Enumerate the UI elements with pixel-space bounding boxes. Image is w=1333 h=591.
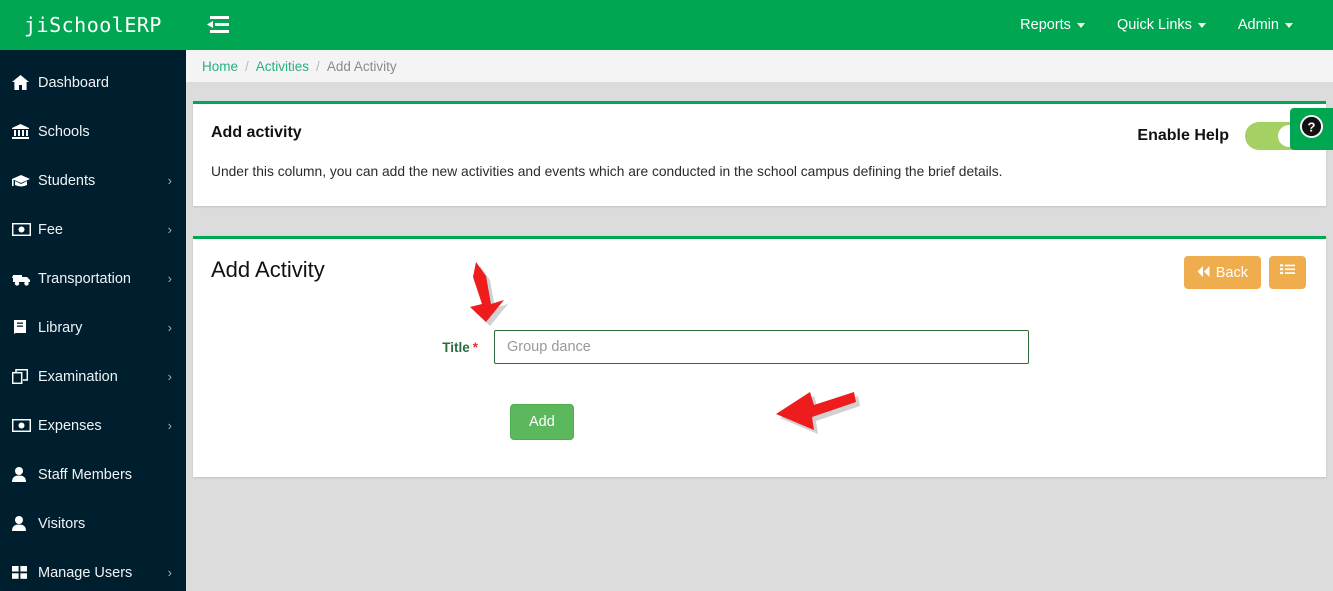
submit-row: Add <box>211 404 1306 440</box>
add-button[interactable]: Add <box>510 404 574 440</box>
chevron-down-icon <box>1197 22 1206 28</box>
sidebar-item-visitors[interactable]: Visitors <box>0 499 186 548</box>
page-root: jiSchoolERP Reports Quick Links Admin Da… <box>0 0 1333 591</box>
breadcrumb-separator: / <box>316 58 320 74</box>
title-field-label: Title * <box>211 340 494 355</box>
sidebar-item-expenses-label: Expenses <box>38 417 102 434</box>
fast-backward-icon <box>1197 265 1210 281</box>
help-card-text: Under this column, you can add the new a… <box>211 164 1003 179</box>
graduation-cap-icon <box>12 171 38 191</box>
nav-item-quick-links-label: Quick Links <box>1116 17 1192 33</box>
chevron-right-icon: › <box>167 320 172 335</box>
chevron-right-icon: › <box>167 565 172 580</box>
nav-item-reports-label: Reports <box>1020 17 1071 33</box>
help-card: Add activity Under this column, you can … <box>193 101 1326 206</box>
nav-item-admin-label: Admin <box>1237 17 1279 33</box>
copy-icon <box>12 367 38 387</box>
chevron-right-icon: › <box>167 369 172 384</box>
enable-help-control: Enable Help <box>1137 122 1304 150</box>
sidebar-item-dashboard-label: Dashboard <box>38 74 109 91</box>
sidebar-item-schools[interactable]: Schools <box>0 107 186 156</box>
title-label-text: Title <box>442 339 470 355</box>
breadcrumb-current: Add Activity <box>326 58 397 74</box>
list-icon <box>1280 264 1295 281</box>
home-icon <box>12 73 38 93</box>
grid-icon <box>12 563 38 583</box>
title-input[interactable] <box>494 330 1029 364</box>
chevron-right-icon: › <box>167 173 172 188</box>
chevron-down-icon <box>1285 22 1293 28</box>
sidebar-item-staff-members-label: Staff Members <box>38 466 133 483</box>
sidebar-item-manage-users-label: Manage Users <box>38 564 133 581</box>
money-icon <box>12 416 38 436</box>
top-header: jiSchoolERP Reports Quick Links Admin <box>0 0 1333 50</box>
sidebar-item-library-label: Library <box>38 319 83 336</box>
activity-list-button[interactable] <box>1269 256 1306 289</box>
enable-help-label: Enable Help <box>1137 127 1229 144</box>
back-button[interactable]: Back <box>1183 256 1261 289</box>
sidebar-item-dashboard[interactable]: Dashboard <box>0 58 186 107</box>
chevron-down-icon <box>1076 22 1085 28</box>
sidebar-item-examination-label: Examination <box>38 368 118 385</box>
sidebar-item-fee[interactable]: Fee › <box>0 205 186 254</box>
chevron-right-icon: › <box>167 271 172 286</box>
bus-icon <box>12 269 38 289</box>
sidebar-item-students-label: Students <box>38 172 96 189</box>
user-icon <box>12 465 38 485</box>
breadcrumb-activities[interactable]: Activities <box>256 59 309 74</box>
nav-item-reports[interactable]: Reports <box>1004 0 1101 50</box>
sidebar-item-fee-label: Fee <box>38 221 63 238</box>
page-title: Add Activity <box>211 257 325 282</box>
chevron-right-icon: › <box>167 222 172 237</box>
brand-logo[interactable]: jiSchoolERP <box>0 0 186 50</box>
sidebar-collapse-icon[interactable] <box>205 12 231 38</box>
sidebar-item-students[interactable]: Students › <box>0 156 186 205</box>
add-activity-card: Add Activity Back Title * Group dance Ad… <box>193 236 1326 477</box>
breadcrumb-home[interactable]: Home <box>202 59 238 74</box>
question-circle-icon: ? <box>1300 115 1323 143</box>
sidebar-item-staff-members[interactable]: Staff Members <box>0 450 186 499</box>
sidebar-item-transportation[interactable]: Transportation › <box>0 254 186 303</box>
sidebar-item-manage-users[interactable]: Manage Users › <box>0 548 186 591</box>
nav-item-quick-links[interactable]: Quick Links <box>1101 0 1222 50</box>
sidebar-item-library[interactable]: Library › <box>0 303 186 352</box>
top-nav: Reports Quick Links Admin <box>1004 0 1333 50</box>
chevron-right-icon: › <box>167 418 172 433</box>
sidebar-item-expenses[interactable]: Expenses › <box>0 401 186 450</box>
bank-icon <box>12 122 38 142</box>
nav-item-admin[interactable]: Admin <box>1222 0 1309 50</box>
main-content: Home / Activities / Add Activity Add act… <box>186 50 1333 591</box>
money-icon <box>12 220 38 240</box>
sidebar-nav: Dashboard Schools Students › Fee › Trans… <box>0 50 186 591</box>
back-button-label: Back <box>1215 264 1248 281</box>
svg-text:?: ? <box>1308 119 1316 134</box>
sidebar-item-visitors-label: Visitors <box>38 515 86 532</box>
title-field-row: Title * <box>211 330 1306 364</box>
card-actions: Back <box>1183 256 1306 289</box>
sidebar-item-schools-label: Schools <box>38 123 90 140</box>
breadcrumb-separator: / <box>245 58 249 74</box>
book-icon <box>12 318 38 338</box>
sidebar-item-examination[interactable]: Examination › <box>0 352 186 401</box>
sidebar-item-transportation-label: Transportation <box>38 270 131 287</box>
help-tab-button[interactable]: ? <box>1290 108 1333 150</box>
user-icon <box>12 514 38 534</box>
required-asterisk: * <box>472 339 478 355</box>
breadcrumb: Home / Activities / Add Activity <box>186 50 1333 82</box>
